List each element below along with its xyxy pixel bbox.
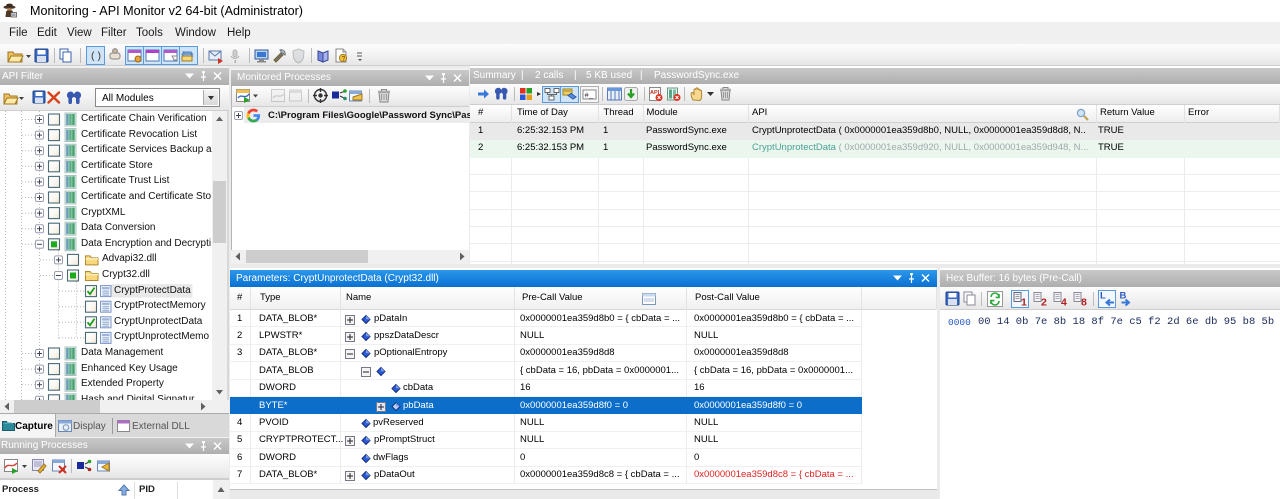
svg-text:#_: #_ xyxy=(585,93,594,101)
svg-text:1: 1 xyxy=(1021,297,1027,309)
svg-text:L: L xyxy=(1100,291,1106,302)
svg-text:?: ? xyxy=(341,56,345,63)
svg-text:4: 4 xyxy=(1061,297,1067,309)
svg-text:8: 8 xyxy=(1081,297,1087,309)
svg-text:2: 2 xyxy=(1041,297,1047,309)
svg-text:(): () xyxy=(90,51,102,63)
